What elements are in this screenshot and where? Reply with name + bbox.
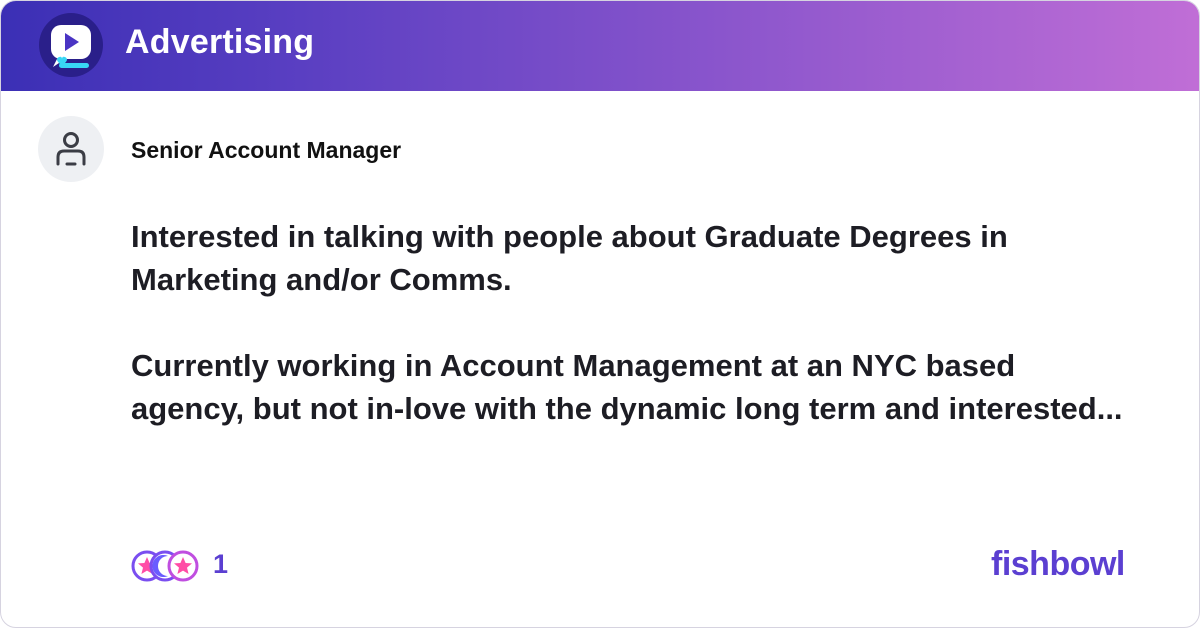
anonymous-user-icon: [56, 132, 86, 166]
reactions-group[interactable]: [131, 549, 201, 583]
reaction-count[interactable]: 1: [213, 549, 228, 580]
star-reaction-icon: [167, 550, 199, 582]
author-title: Senior Account Manager: [131, 137, 402, 163]
post-card[interactable]: Advertising Senior Account Manager Inter…: [0, 0, 1200, 628]
post-line: agency, but not in-love with the dynamic…: [131, 391, 1123, 426]
video-chat-bubble-icon: [39, 13, 103, 77]
bowl-header: Advertising: [1, 1, 1199, 91]
post-text[interactable]: Interested in talking with people about …: [131, 215, 1181, 430]
post-line: Currently working in Account Management …: [131, 348, 1016, 383]
post-line: Interested in talking with people about …: [131, 219, 1008, 254]
avatar[interactable]: [38, 116, 104, 182]
bowl-title[interactable]: Advertising: [125, 23, 314, 62]
fishbowl-logo[interactable]: fishbowl: [991, 545, 1125, 584]
post-line: Marketing and/or Comms.: [131, 262, 512, 297]
